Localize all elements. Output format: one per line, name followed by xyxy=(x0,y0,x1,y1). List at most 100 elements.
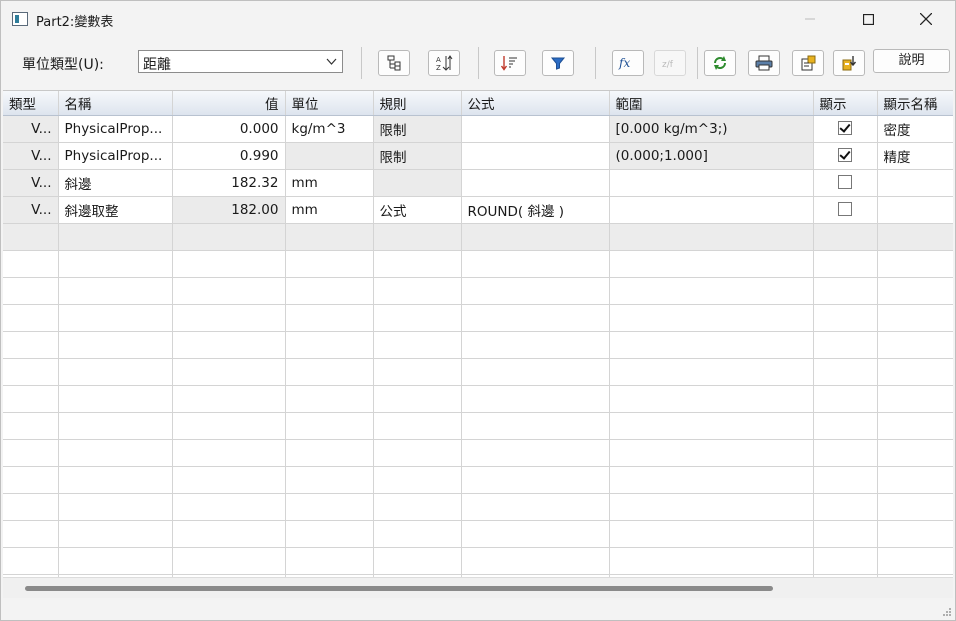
range-cell[interactable]: (0.000;1.000] xyxy=(609,142,814,170)
show-checkbox[interactable] xyxy=(838,148,852,162)
empty-cell[interactable] xyxy=(3,358,59,386)
empty-cell[interactable] xyxy=(58,385,173,413)
empty-cell[interactable] xyxy=(877,520,953,548)
empty-cell[interactable] xyxy=(3,439,59,467)
name-cell[interactable]: 斜邊 xyxy=(58,169,173,197)
range-cell[interactable] xyxy=(609,169,814,197)
empty-cell[interactable] xyxy=(877,412,953,440)
empty-cell[interactable] xyxy=(172,520,286,548)
empty-cell[interactable] xyxy=(373,547,462,575)
empty-cell[interactable] xyxy=(877,466,953,494)
empty-cell[interactable] xyxy=(813,385,878,413)
unit-type-dropdown[interactable]: 距離 xyxy=(138,50,343,73)
name-cell[interactable]: PhysicalProp... xyxy=(58,142,173,170)
empty-row[interactable] xyxy=(3,358,953,386)
empty-cell[interactable] xyxy=(285,277,374,305)
empty-row[interactable] xyxy=(3,250,953,278)
empty-cell[interactable] xyxy=(58,304,173,332)
empty-cell[interactable] xyxy=(609,223,814,251)
unit-cell[interactable] xyxy=(285,142,374,170)
empty-cell[interactable] xyxy=(813,250,878,278)
empty-cell[interactable] xyxy=(373,466,462,494)
empty-cell[interactable] xyxy=(285,493,374,521)
unit-cell[interactable]: kg/m^3 xyxy=(285,115,374,143)
show-checkbox[interactable] xyxy=(838,175,852,189)
show-cell[interactable] xyxy=(813,169,878,197)
empty-cell[interactable] xyxy=(3,493,59,521)
new-row[interactable] xyxy=(3,223,953,251)
empty-row[interactable] xyxy=(3,493,953,521)
empty-row[interactable] xyxy=(3,520,953,548)
filter-button[interactable] xyxy=(542,50,574,76)
horizontal-scrollbar[interactable] xyxy=(3,577,953,598)
empty-cell[interactable] xyxy=(609,493,814,521)
column-header-show[interactable]: 顯示 xyxy=(813,91,878,116)
empty-cell[interactable] xyxy=(373,250,462,278)
empty-cell[interactable] xyxy=(877,331,953,359)
empty-cell[interactable] xyxy=(461,439,610,467)
display-name-cell[interactable]: 精度 xyxy=(877,142,953,170)
empty-cell[interactable] xyxy=(172,466,286,494)
empty-cell[interactable] xyxy=(172,547,286,575)
empty-cell[interactable] xyxy=(373,412,462,440)
empty-cell[interactable] xyxy=(877,358,953,386)
empty-cell[interactable] xyxy=(285,250,374,278)
display-name-cell[interactable] xyxy=(877,196,953,224)
empty-cell[interactable] xyxy=(461,466,610,494)
help-button[interactable]: 說明 xyxy=(873,49,950,73)
empty-cell[interactable] xyxy=(461,223,610,251)
formula-cell[interactable]: ROUND( 斜邊 ) xyxy=(461,196,610,224)
show-checkbox[interactable] xyxy=(838,202,852,216)
maximize-button[interactable] xyxy=(845,1,891,37)
empty-row[interactable] xyxy=(3,385,953,413)
empty-cell[interactable] xyxy=(3,250,59,278)
empty-cell[interactable] xyxy=(609,520,814,548)
empty-cell[interactable] xyxy=(172,412,286,440)
range-cell[interactable]: [0.000 kg/m^3;) xyxy=(609,115,814,143)
empty-cell[interactable] xyxy=(3,277,59,305)
empty-cell[interactable] xyxy=(813,331,878,359)
empty-cell[interactable] xyxy=(58,493,173,521)
empty-cell[interactable] xyxy=(373,304,462,332)
empty-cell[interactable] xyxy=(461,277,610,305)
show-cell[interactable] xyxy=(813,142,878,170)
empty-cell[interactable] xyxy=(58,547,173,575)
type-cell[interactable]: V... xyxy=(3,196,59,224)
equation-button[interactable]: z/f xyxy=(654,50,686,76)
empty-cell[interactable] xyxy=(58,412,173,440)
column-header-display-name[interactable]: 顯示名稱 xyxy=(877,91,953,116)
empty-cell[interactable] xyxy=(609,412,814,440)
empty-cell[interactable] xyxy=(3,412,59,440)
column-header-name[interactable]: 名稱 xyxy=(58,91,173,116)
empty-cell[interactable] xyxy=(609,277,814,305)
empty-cell[interactable] xyxy=(609,331,814,359)
empty-cell[interactable] xyxy=(461,520,610,548)
rule-cell[interactable] xyxy=(373,169,462,197)
empty-cell[interactable] xyxy=(285,331,374,359)
empty-cell[interactable] xyxy=(461,358,610,386)
empty-cell[interactable] xyxy=(58,358,173,386)
range-cell[interactable] xyxy=(609,196,814,224)
column-header-formula[interactable]: 公式 xyxy=(461,91,610,116)
column-header-range[interactable]: 範圍 xyxy=(609,91,814,116)
formula-cell[interactable] xyxy=(461,169,610,197)
empty-cell[interactable] xyxy=(3,520,59,548)
column-header-unit[interactable]: 單位 xyxy=(285,91,374,116)
column-header-rule[interactable]: 規則 xyxy=(373,91,462,116)
empty-cell[interactable] xyxy=(58,439,173,467)
import-button[interactable] xyxy=(833,50,865,76)
empty-cell[interactable] xyxy=(877,547,953,575)
value-cell[interactable]: 0.000 xyxy=(172,115,286,143)
empty-cell[interactable] xyxy=(172,223,286,251)
show-checkbox[interactable] xyxy=(838,121,852,135)
formula-cell[interactable] xyxy=(461,115,610,143)
empty-cell[interactable] xyxy=(813,358,878,386)
empty-cell[interactable] xyxy=(877,439,953,467)
empty-cell[interactable] xyxy=(373,520,462,548)
empty-cell[interactable] xyxy=(813,223,878,251)
empty-cell[interactable] xyxy=(285,439,374,467)
minimize-button[interactable] xyxy=(787,1,833,37)
empty-cell[interactable] xyxy=(285,466,374,494)
empty-cell[interactable] xyxy=(461,412,610,440)
empty-cell[interactable] xyxy=(285,520,374,548)
